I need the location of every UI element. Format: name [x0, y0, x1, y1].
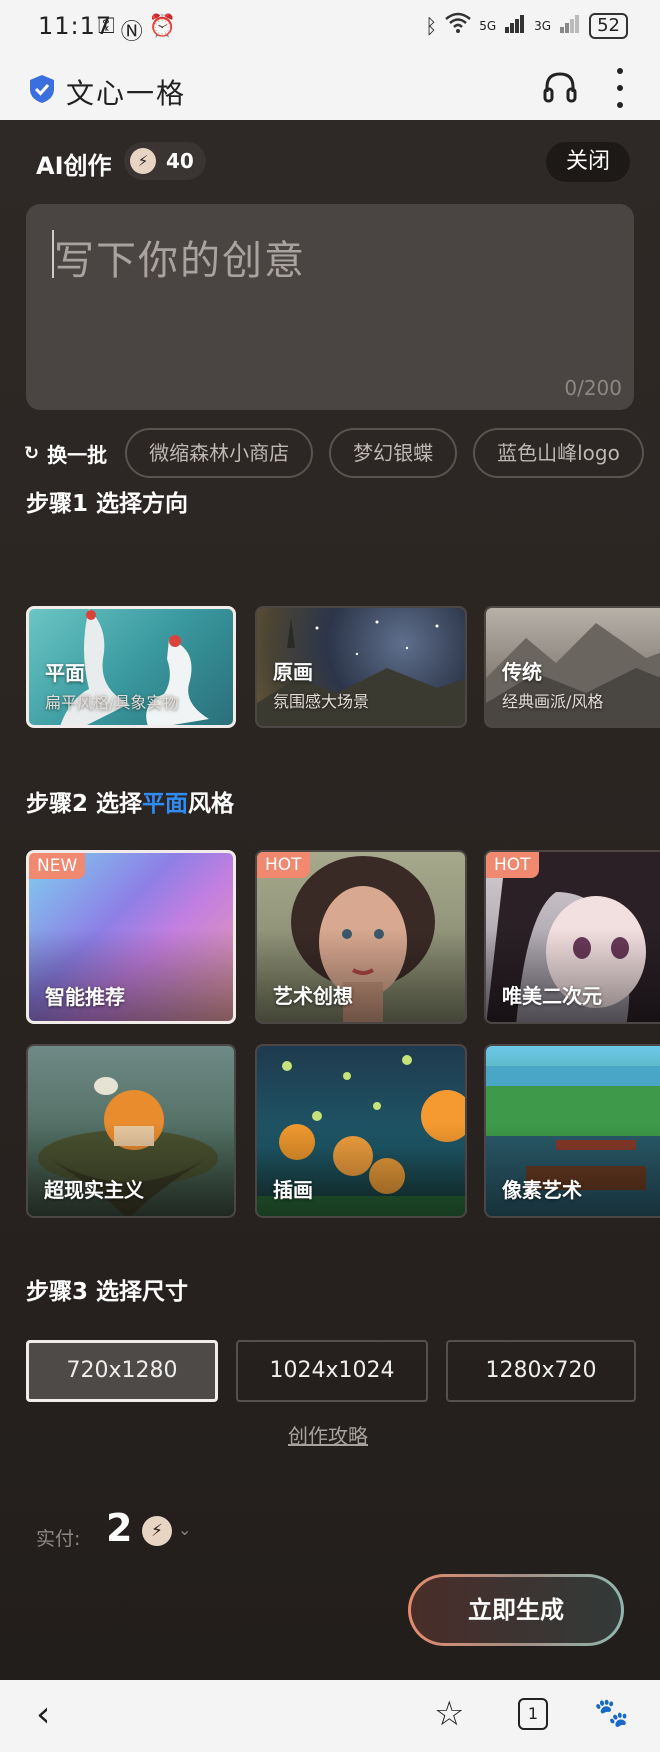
step2-title-post: 风格 — [188, 791, 235, 817]
ai-create-panel: AI创作 ⚡ 40 关闭 写下你的创意 0/200 ↻ 换一批 微缩森林小商店 … — [0, 120, 660, 1680]
style-card-illustration[interactable]: 插画 — [255, 1044, 467, 1218]
prompt-placeholder: 写下你的创意 — [54, 238, 306, 284]
generate-button[interactable]: 立即生成 — [408, 1574, 624, 1646]
network-5g-label: 5G — [479, 18, 497, 33]
step2-title: 步骤2 选择平面风格 — [26, 784, 234, 818]
generate-button-label: 立即生成 — [411, 1577, 621, 1643]
tabs-count-icon[interactable]: 1 — [518, 1698, 548, 1730]
card-sublabel: 氛围感大场景 — [273, 692, 370, 711]
card-label: 智能推荐 — [45, 985, 125, 1009]
suggestion-chip[interactable]: 微缩森林小商店 — [125, 428, 314, 478]
card-label: 插画 — [273, 1178, 313, 1202]
headset-icon[interactable] — [542, 70, 578, 106]
card-label: 原画 — [273, 660, 313, 684]
card-label: 艺术创想 — [273, 984, 353, 1008]
more-menu-icon[interactable] — [612, 68, 628, 108]
app-title: 文心一格 — [66, 77, 187, 110]
key-icon: ⚿ — [98, 14, 115, 39]
card-label: 平面 — [45, 661, 85, 685]
close-button[interactable]: 关闭 — [546, 142, 630, 182]
prompt-input[interactable]: 写下你的创意 0/200 — [26, 204, 634, 410]
network-3g-label: 3G — [534, 18, 552, 33]
style-card-pixel-art[interactable]: 像素艺术 — [484, 1044, 660, 1218]
refresh-icon: ↻ — [24, 442, 40, 464]
card-sublabel: 扁平风格/具象实物 — [45, 693, 179, 712]
style-card-surrealism[interactable]: 超现实主义 — [26, 1044, 236, 1218]
creation-guide-link[interactable]: 创作攻略 — [288, 1420, 368, 1449]
step3-title: 步骤3 选择尺寸 — [26, 1279, 189, 1305]
size-option-720x1280[interactable]: 720x1280 — [26, 1340, 218, 1402]
size-option-1024x1024[interactable]: 1024x1024 — [236, 1340, 428, 1402]
card-label: 唯美二次元 — [502, 984, 602, 1008]
bolt-icon: ⚡ — [142, 1516, 172, 1546]
card-label: 超现实主义 — [44, 1178, 144, 1202]
payment-amount: 2 — [106, 1506, 133, 1550]
direction-card-traditional[interactable]: 传统 经典画派/风格 — [484, 606, 660, 728]
app-bar: 文心一格 — [0, 56, 660, 120]
refresh-button[interactable]: ↻ 换一批 — [24, 439, 107, 468]
refresh-label: 换一批 — [47, 442, 108, 467]
suggestion-chip[interactable]: 梦幻银蝶 — [329, 428, 458, 478]
signal-icon-2 — [559, 13, 581, 38]
bluetooth-icon: ᛒ — [425, 13, 438, 38]
step2-title-pre: 步骤2 选择 — [26, 791, 143, 817]
status-bar: 11:17 ⚿ Ⓝ ⏰ ᛒ 5G 3G 52 — [0, 0, 660, 56]
wifi-icon — [445, 12, 472, 39]
suggestion-chip[interactable]: 蓝色山峰logo — [473, 428, 644, 478]
new-badge: NEW — [29, 853, 86, 879]
hot-badge: HOT — [257, 852, 310, 878]
alarm-icon: ⏰ — [148, 14, 177, 39]
style-card-anime[interactable]: HOT 唯美二次元 — [484, 850, 660, 1024]
style-card-smart-recommend[interactable]: NEW 智能推荐 — [26, 850, 236, 1024]
shield-icon — [30, 75, 54, 103]
char-counter: 0/200 — [564, 376, 622, 400]
credit-balance: ⚡ 40 — [124, 142, 206, 180]
direction-card-flat[interactable]: 平面 扁平风格/具象实物 — [26, 606, 236, 728]
size-option-1280x720[interactable]: 1280x720 — [446, 1340, 636, 1402]
bolt-icon: ⚡ — [130, 148, 156, 174]
nfc-icon: Ⓝ — [120, 20, 143, 45]
panel-title: AI创作 — [36, 152, 112, 180]
battery-indicator: 52 — [589, 12, 628, 39]
payment-label: 实付: — [36, 1528, 81, 1550]
step1-title: 步骤1 选择方向 — [26, 491, 189, 517]
chevron-down-icon[interactable]: ⌄ — [178, 1520, 191, 1539]
back-icon[interactable]: ‹ — [36, 1694, 50, 1735]
direction-card-concept[interactable]: 原画 氛围感大场景 — [255, 606, 467, 728]
card-sublabel: 经典画派/风格 — [502, 692, 604, 711]
style-card-art-idea[interactable]: HOT 艺术创想 — [255, 850, 467, 1024]
step2-title-accent: 平面 — [142, 791, 189, 817]
credit-count: 40 — [166, 149, 194, 173]
card-label: 传统 — [502, 660, 542, 684]
signal-icon — [504, 13, 526, 38]
hot-badge: HOT — [486, 852, 539, 878]
paw-icon[interactable]: 🐾 — [594, 1696, 629, 1729]
bottom-nav: ‹ ☆ 1 🐾 — [0, 1680, 660, 1752]
star-icon[interactable]: ☆ — [434, 1694, 464, 1734]
card-label: 像素艺术 — [502, 1178, 582, 1202]
suggestion-row: ↻ 换一批 微缩森林小商店 梦幻银蝶 蓝色山峰logo — [24, 428, 660, 478]
